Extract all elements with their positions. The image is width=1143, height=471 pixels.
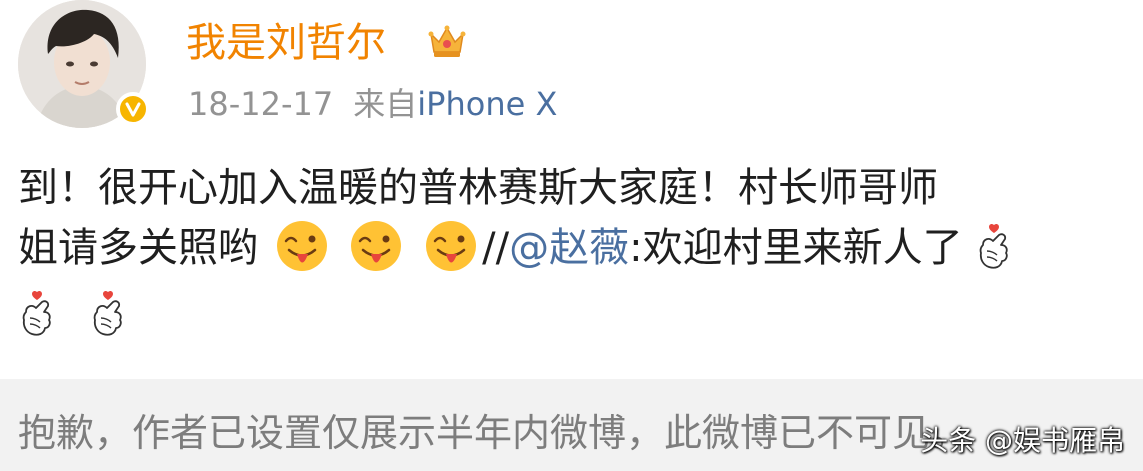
repost-text: :欢迎村里来新人了 <box>629 225 963 271</box>
post-body-text: 姐请多关照哟 <box>18 225 258 271</box>
source-device-link[interactable]: iPhone X <box>417 85 557 123</box>
crown-icon[interactable] <box>426 20 468 62</box>
tongue-out-emoji-icon <box>349 219 403 273</box>
post-meta: 18-12-17 来自iPhone X <box>188 82 557 126</box>
tongue-out-emoji-icon <box>424 219 478 273</box>
post-body-line: 到！很开心加入温暖的普林赛斯大家庭！村长师哥师 <box>18 158 1138 218</box>
post-body-text: 到！很开心加入温暖的普林赛斯大家庭！村长师哥师 <box>18 165 938 211</box>
finger-heart-icon <box>89 288 127 338</box>
repost-separator: // <box>482 225 510 271</box>
mention-link[interactable]: @赵薇 <box>509 225 629 271</box>
username[interactable]: 我是刘哲尔 <box>186 14 386 72</box>
watermark: 头条 @娱书雁帛 <box>920 424 1125 457</box>
weibo-post: 我是刘哲尔 18-12-17 来自iPhone X 到！很开心加入温暖的普林赛斯大… <box>0 0 1143 379</box>
finger-heart-icon <box>975 221 1013 271</box>
verified-badge-icon <box>116 92 150 126</box>
post-date: 18-12-17 <box>188 85 334 123</box>
post-body-line: 姐请多关照哟 //@赵薇:欢迎村里来新人了 <box>18 218 1138 278</box>
post-body-emoji-line <box>18 290 155 362</box>
source-prefix: 来自 <box>353 85 418 123</box>
avatar-container[interactable] <box>18 0 150 128</box>
finger-heart-icon <box>18 288 56 338</box>
tongue-out-emoji-icon <box>275 219 329 273</box>
post-body: 到！很开心加入温暖的普林赛斯大家庭！村长师哥师 姐请多关照哟 //@赵薇:欢迎村… <box>18 158 1138 278</box>
notice-text: 抱歉，作者已设置仅展示半年内微博，此微博已不可见。 <box>18 411 969 455</box>
